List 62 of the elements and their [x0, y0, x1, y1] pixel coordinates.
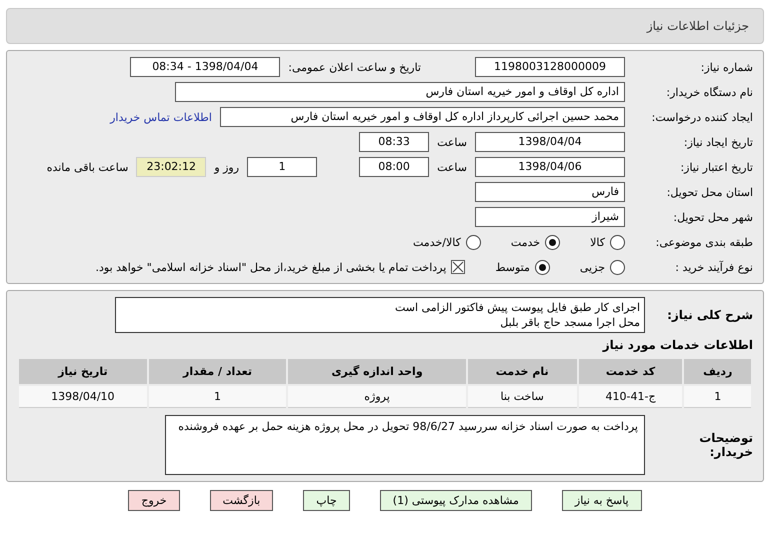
- days-label: روز و: [214, 160, 240, 174]
- option-label: پرداخت تمام یا بخشی از مبلغ خرید،از محل "اسناد خزانه اسلامی" خواهد بود.: [96, 260, 446, 274]
- need-number-field: 1198003128000009: [475, 57, 625, 77]
- requester-field: محمد حسین اجرائی کارپرداز اداره کل اوقاف و امور خیریه استان فارس: [220, 107, 625, 127]
- description-text: اجرای کار طبق فایل پیوست پیش فاکتور الزامی است محل اجرا مسجد حاج باقر بلبل: [115, 297, 645, 333]
- field-label: تاریخ و ساعت اعلان عمومی:: [288, 60, 421, 74]
- table-cell: 1398/04/10: [19, 386, 147, 408]
- date-field: 1398/04/04: [475, 132, 625, 152]
- column-header: نام خدمت: [468, 359, 577, 384]
- table-cell: 1: [148, 386, 286, 408]
- column-header: تاریخ نیاز: [19, 359, 147, 384]
- field-label: شماره نیاز:: [700, 60, 753, 74]
- table-cell: 1: [684, 386, 751, 408]
- time-field: 08:00: [359, 157, 430, 177]
- days-field: 1: [247, 157, 318, 177]
- remaining-label: ساعت باقی مانده: [46, 160, 128, 174]
- contact-link[interactable]: اطلاعات تماس خریدار: [110, 110, 212, 124]
- action-button[interactable]: بازگشت: [210, 490, 274, 511]
- radio-button[interactable]: [610, 234, 625, 250]
- column-header: ردیف: [684, 359, 751, 384]
- column-header: واحد اندازه گیری: [288, 359, 466, 384]
- option-label: کالا/خدمت: [413, 236, 461, 248]
- checkbox[interactable]: [451, 260, 466, 274]
- table-cell: ج-41-410: [578, 386, 682, 408]
- page-title: جزئیات اطلاعات نیاز: [6, 8, 764, 44]
- time-field: 08:33: [359, 132, 430, 152]
- option-label: متوسط: [495, 260, 530, 274]
- option-label: خدمت: [510, 236, 540, 248]
- action-button[interactable]: چاپ: [303, 490, 350, 511]
- field-label: تاریخ اعتبار نیاز:: [679, 160, 753, 174]
- date-field: 1398/04/06: [475, 157, 625, 177]
- action-button[interactable]: خروج: [128, 490, 180, 511]
- time-label: ساعت: [437, 136, 467, 148]
- field-label: ایجاد کننده درخواست:: [650, 110, 753, 124]
- field-label: شرح کلی نیاز:: [666, 308, 753, 322]
- field-label: طبقه بندی موضوعی:: [654, 236, 753, 248]
- field-label: نام دستگاه خریدار:: [665, 86, 753, 98]
- field-label: نوع فرآیند خرید :: [674, 260, 753, 274]
- field-label: شهر محل تحویل:: [672, 210, 753, 224]
- radio-button[interactable]: [466, 234, 481, 250]
- table-cell: ساخت بنا: [468, 386, 577, 408]
- option-label: کالا: [590, 236, 605, 248]
- action-button[interactable]: پاسخ به نیاز: [562, 490, 642, 511]
- section-title: اطلاعات خدمات مورد نیاز: [601, 338, 753, 352]
- column-header: کد خدمت: [578, 359, 682, 384]
- notes-text: پرداخت به صورت اسناد خزانه سررسید 98/6/27 تحویل در محل پروژه هزینه حمل بر عهده فروشنده: [165, 415, 645, 475]
- column-header: تعداد / مقدار: [148, 359, 286, 384]
- remaining-time-field: 23:02:12: [136, 157, 206, 177]
- action-button[interactable]: مشاهده مدارک پیوستی (1): [380, 490, 532, 511]
- radio-button[interactable]: [545, 234, 560, 250]
- field-label: تاریخ ایجاد نیاز:: [682, 136, 753, 148]
- buyer-org-field: اداره کل اوقاف و امور خیریه استان فارس: [175, 82, 625, 102]
- province-field: فارس: [475, 182, 625, 202]
- radio-button[interactable]: [610, 260, 625, 274]
- city-field: شیراز: [475, 207, 625, 227]
- option-label: جزیی: [580, 260, 605, 274]
- radio-button[interactable]: [534, 260, 550, 274]
- table-cell: پروژه: [288, 386, 466, 408]
- announce-date-field: 1398/04/04 - 08:34: [130, 57, 280, 77]
- field-label: توضیحات خریدار:: [698, 431, 753, 459]
- field-label: استان محل تحویل:: [666, 186, 753, 198]
- time-label: ساعت: [437, 160, 467, 174]
